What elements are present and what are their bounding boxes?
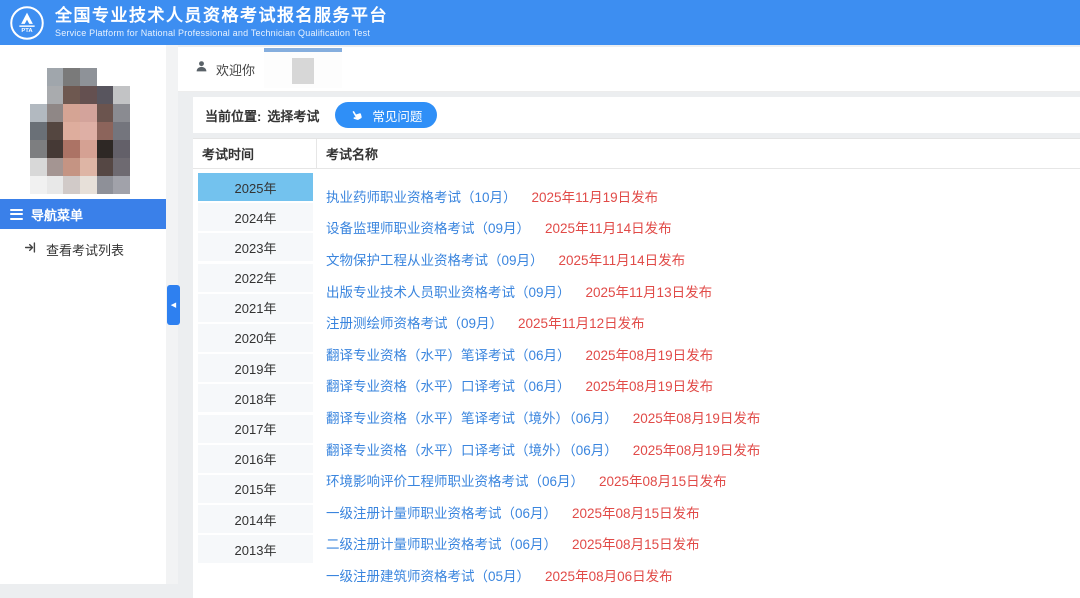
exam-name-link[interactable]: 翻译专业资格（水平）口译考试（06月） bbox=[326, 375, 571, 395]
exam-name-link[interactable]: 一级注册建筑师资格考试（05月） bbox=[326, 565, 530, 585]
page-title: 全国专业技术人员资格考试报名服务平台 bbox=[55, 7, 388, 26]
faq-button[interactable]: 常见问题 bbox=[335, 102, 437, 128]
year-item[interactable]: 2014年 bbox=[198, 505, 313, 533]
exam-row: 一级注册计量师职业资格考试（06月） 2025年08月15日发布 bbox=[326, 496, 1080, 528]
page-subtitle: Service Platform for National Profession… bbox=[55, 28, 388, 38]
exam-name-link[interactable]: 二级注册计量师职业资格考试（06月） bbox=[326, 533, 557, 553]
year-item[interactable]: 2023年 bbox=[198, 233, 313, 261]
exam-publish-date: 2025年11月14日发布 bbox=[559, 249, 686, 269]
year-item[interactable]: 2019年 bbox=[198, 354, 313, 382]
exam-row: 翻译专业资格（水平）口译考试（境外）（06月） 2025年08月19日发布 bbox=[326, 433, 1080, 465]
exam-row: 注册测绘师资格考试（09月） 2025年11月12日发布 bbox=[326, 306, 1080, 338]
year-item[interactable]: 2024年 bbox=[198, 203, 313, 231]
avatar bbox=[30, 68, 130, 194]
exam-row: 二级注册计量师职业资格考试（06月） 2025年08月15日发布 bbox=[326, 528, 1080, 560]
year-item[interactable]: 2013年 bbox=[198, 535, 313, 563]
breadcrumb-label: 当前位置: bbox=[205, 109, 261, 124]
exam-name-link[interactable]: 出版专业技术人员职业资格考试（09月） bbox=[326, 281, 571, 301]
exam-row: 翻译专业资格（水平）笔译考试（境外）（06月） 2025年08月19日发布 bbox=[326, 401, 1080, 433]
exam-publish-date: 2025年08月19日发布 bbox=[586, 344, 714, 364]
exam-name-link[interactable]: 设备监理师职业资格考试（09月） bbox=[326, 217, 530, 237]
hamburger-icon bbox=[10, 209, 23, 220]
exam-publish-date: 2025年11月14日发布 bbox=[545, 217, 672, 237]
chevron-left-icon: ◀ bbox=[171, 301, 176, 309]
exam-row: 翻译专业资格（水平）口译考试（06月） 2025年08月19日发布 bbox=[326, 370, 1080, 402]
exam-name-link[interactable]: 文物保护工程从业资格考试（09月） bbox=[326, 249, 544, 269]
exam-row: 环境影响评价工程师职业资格考试（06月） 2025年08月15日发布 bbox=[326, 464, 1080, 496]
enter-icon bbox=[24, 241, 37, 257]
exam-list: 执业药师职业资格考试（10月） 2025年11月19日发布 设备监理师职业资格考… bbox=[316, 169, 1080, 591]
year-list: 2025年2024年2023年 2022年2021年2020年2019年2018年… bbox=[193, 169, 316, 565]
exam-row: 文物保护工程从业资格考试（09月） 2025年11月14日发布 bbox=[326, 243, 1080, 275]
exam-name-link[interactable]: 翻译专业资格（水平）口译考试（境外）（06月） bbox=[326, 439, 618, 459]
year-item[interactable]: 2025年 bbox=[198, 173, 313, 201]
year-item[interactable]: 2018年 bbox=[198, 384, 313, 412]
exam-publish-date: 2025年08月15日发布 bbox=[572, 533, 700, 553]
exam-name-link[interactable]: 执业药师职业资格考试（10月） bbox=[326, 186, 517, 206]
year-item[interactable]: 2017年 bbox=[198, 415, 313, 443]
exam-publish-date: 2025年08月19日发布 bbox=[586, 375, 714, 395]
exam-name-link[interactable]: 翻译专业资格（水平）笔译考试（境外）（06月） bbox=[326, 407, 618, 427]
exam-publish-date: 2025年08月19日发布 bbox=[633, 439, 761, 459]
exam-name-link[interactable]: 翻译专业资格（水平）笔译考试（06月） bbox=[326, 344, 571, 364]
sidebar-collapse-button[interactable]: ◀ bbox=[167, 285, 180, 325]
exam-publish-date: 2025年08月19日发布 bbox=[633, 407, 761, 427]
exam-table-header: 考试时间 考试名称 bbox=[193, 139, 1080, 169]
sidebar-item-exam-list[interactable]: 查看考试列表 bbox=[0, 229, 166, 269]
breadcrumb-current: 选择考试 bbox=[267, 109, 319, 124]
exam-publish-date: 2025年08月15日发布 bbox=[572, 502, 700, 522]
redacted-username bbox=[264, 48, 342, 88]
column-header-time: 考试时间 bbox=[193, 139, 316, 168]
exam-row: 翻译专业资格（水平）笔译考试（06月） 2025年08月19日发布 bbox=[326, 338, 1080, 370]
year-item[interactable]: 2022年 bbox=[198, 264, 313, 292]
exam-name-link[interactable]: 注册测绘师资格考试（09月） bbox=[326, 312, 503, 332]
exam-row: 执业药师职业资格考试（10月） 2025年11月19日发布 bbox=[326, 180, 1080, 212]
sidebar-item-label: 查看考试列表 bbox=[46, 240, 124, 259]
year-item[interactable]: 2020年 bbox=[198, 324, 313, 352]
exam-table: 考试时间 考试名称 2025年2024年2023年 2022年2021年2020年… bbox=[193, 138, 1080, 598]
svg-text:PTA: PTA bbox=[21, 28, 33, 34]
year-item[interactable]: 2016年 bbox=[198, 445, 313, 473]
exam-row: 设备监理师职业资格考试（09月） 2025年11月14日发布 bbox=[326, 212, 1080, 244]
exam-publish-date: 2025年08月06日发布 bbox=[545, 565, 673, 585]
column-header-name: 考试名称 bbox=[316, 139, 1080, 168]
platform-logo-icon: PTA bbox=[9, 5, 45, 41]
app-header: PTA 全国专业技术人员资格考试报名服务平台 Service Platform … bbox=[0, 0, 1080, 45]
faq-button-label: 常见问题 bbox=[372, 106, 422, 125]
nav-menu-title: 导航菜单 bbox=[31, 205, 83, 224]
exam-publish-date: 2025年08月15日发布 bbox=[599, 470, 727, 490]
breadcrumb: 当前位置: 选择考试 bbox=[205, 106, 319, 125]
exam-publish-date: 2025年11月12日发布 bbox=[518, 312, 645, 332]
nav-menu-header: 导航菜单 bbox=[0, 199, 166, 229]
main-content: 欢迎你 当前位置:选择考试 常见问题 考试时间 考试名称 2025年2024年2… bbox=[178, 45, 1080, 584]
year-item[interactable]: 2021年 bbox=[198, 294, 313, 322]
user-icon bbox=[195, 60, 208, 78]
exam-name-link[interactable]: 一级注册计量师职业资格考试（06月） bbox=[326, 502, 557, 522]
exam-row: 一级注册建筑师资格考试（05月） 2025年08月06日发布 bbox=[326, 559, 1080, 591]
welcome-bar: 欢迎你 bbox=[178, 47, 1080, 92]
exam-publish-date: 2025年11月13日发布 bbox=[586, 281, 713, 301]
sidebar-menu: 查看考试列表 bbox=[0, 229, 166, 269]
year-item[interactable]: 2015年 bbox=[198, 475, 313, 503]
exam-name-link[interactable]: 环境影响评价工程师职业资格考试（06月） bbox=[326, 470, 584, 490]
pointing-hand-icon bbox=[348, 105, 367, 124]
exam-row: 出版专业技术人员职业资格考试（09月） 2025年11月13日发布 bbox=[326, 275, 1080, 307]
sidebar: 导航菜单 查看考试列表 bbox=[0, 45, 166, 584]
exam-publish-date: 2025年11月19日发布 bbox=[532, 186, 659, 206]
welcome-greeting: 欢迎你 bbox=[216, 60, 255, 79]
breadcrumb-bar: 当前位置: 选择考试 常见问题 bbox=[193, 97, 1080, 133]
